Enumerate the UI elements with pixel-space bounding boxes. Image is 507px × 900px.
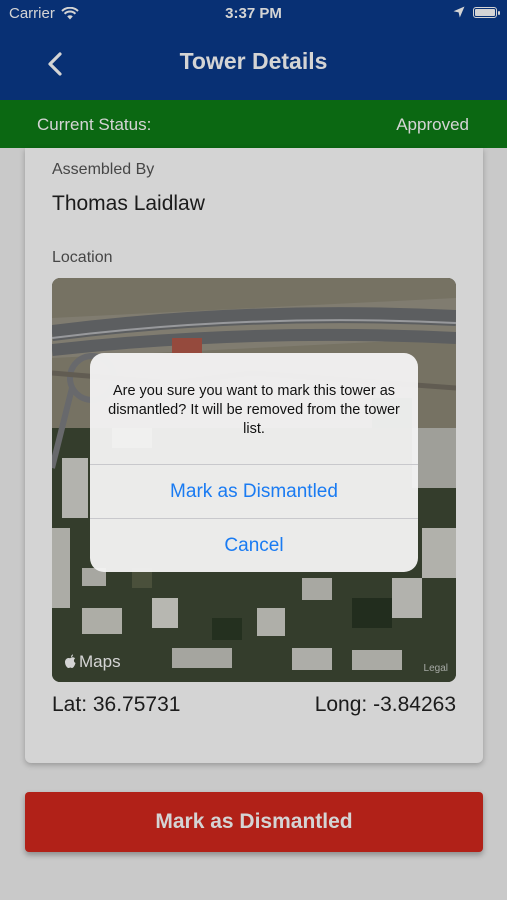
dialog-message: Are you sure you want to mark this tower… — [108, 383, 400, 437]
confirm-dismantle-button[interactable]: Mark as Dismantled — [90, 464, 418, 519]
confirm-dialog: Are you sure you want to mark this tower… — [90, 353, 418, 572]
cancel-button[interactable]: Cancel — [90, 518, 418, 572]
